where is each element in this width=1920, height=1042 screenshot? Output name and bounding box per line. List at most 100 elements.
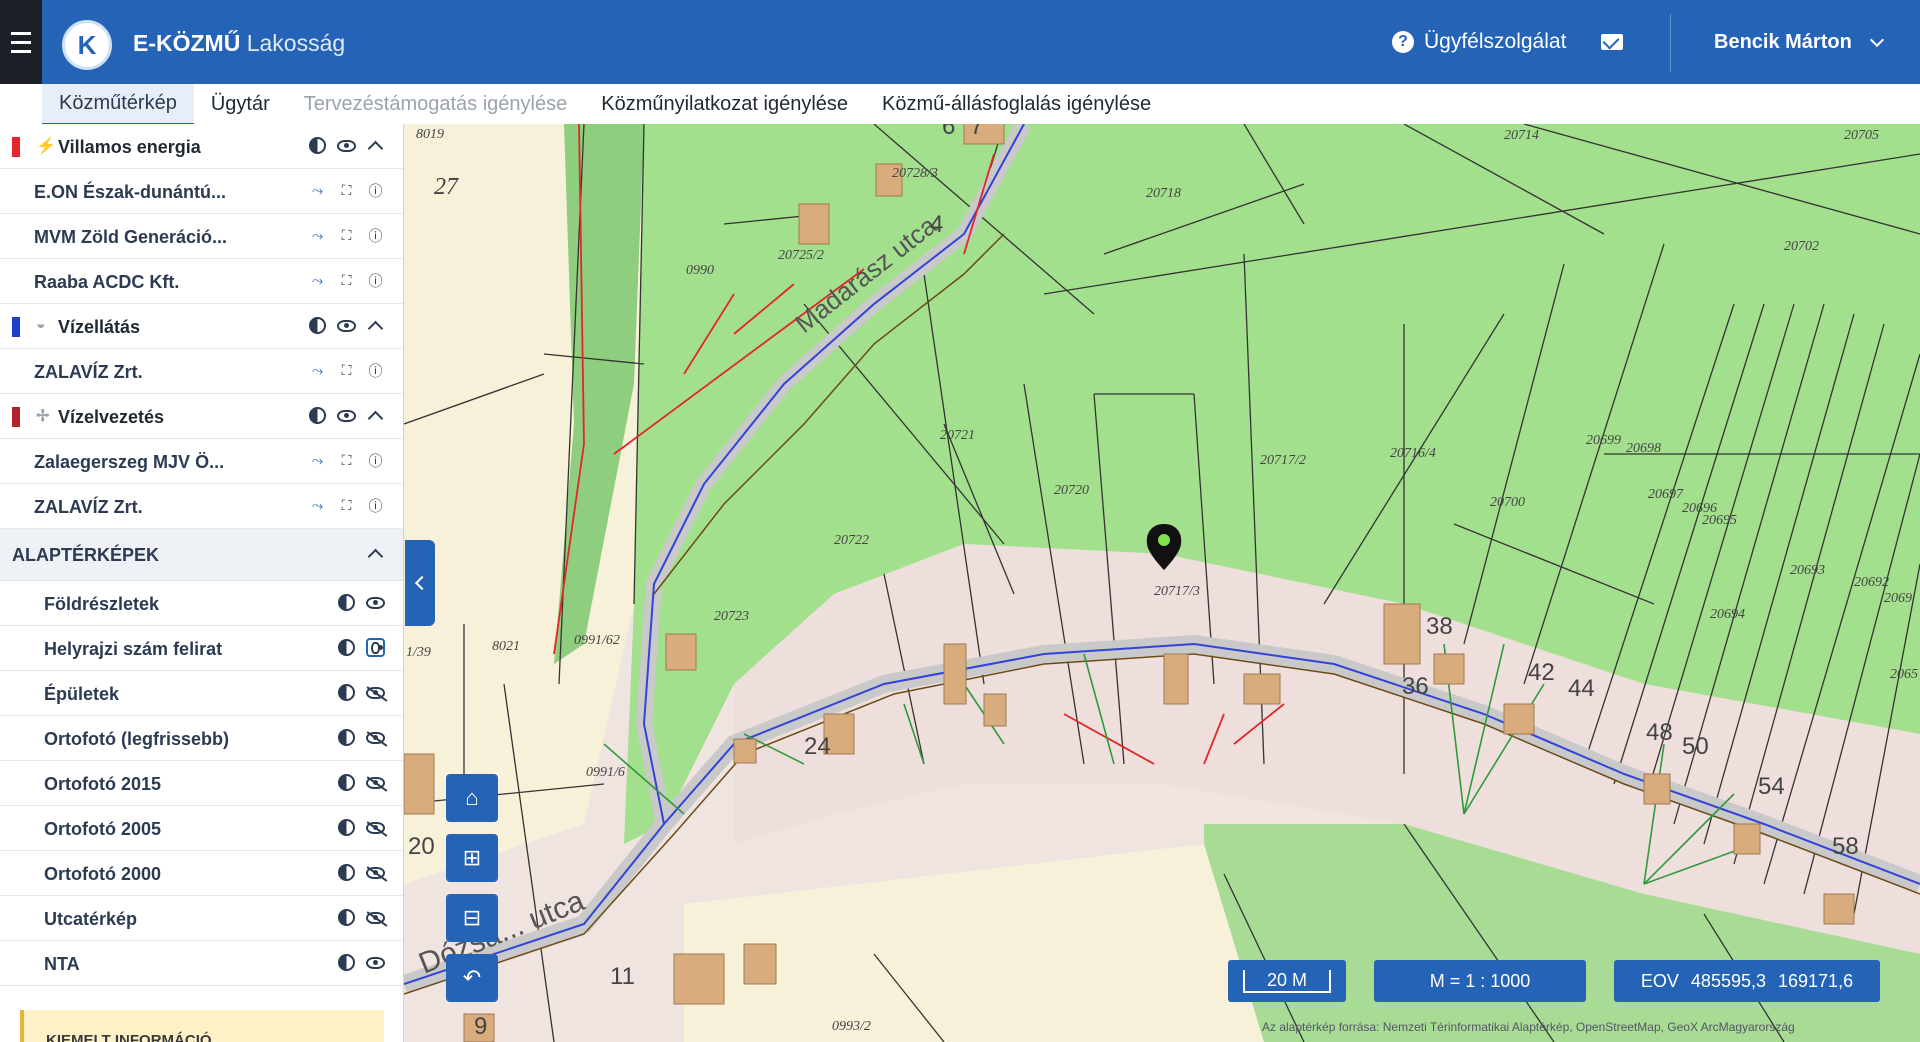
highlighted-info-box[interactable]: KIEMELT INFORMÁCIÓ: [20, 1010, 384, 1042]
provider-label: ZALAVÍZ Zrt.: [34, 497, 143, 517]
visibility-off-icon[interactable]: [366, 908, 385, 927]
map-canvas[interactable]: Madarász utca Dózsa... utca 8019 27 2072…: [404, 124, 1920, 1042]
collapse-caret-icon[interactable]: [366, 316, 385, 337]
layer-provider-row[interactable]: Zalaegerszeg MJV Ö... ⤳ ⛶ ⓘ: [0, 439, 403, 484]
visibility-eye-icon[interactable]: [337, 136, 356, 155]
opacity-toggle-icon[interactable]: [337, 593, 356, 612]
visibility-off-icon[interactable]: [366, 728, 385, 747]
opacity-toggle-icon[interactable]: [337, 728, 356, 747]
provider-label: ZALAVÍZ Zrt.: [34, 362, 143, 382]
expand-icon[interactable]: ⛶: [337, 226, 356, 245]
parcel-label: 20728/3: [892, 166, 938, 181]
visibility-off-icon[interactable]: [366, 863, 385, 882]
base-maps-header[interactable]: ALAPTÉRKÉPEK: [0, 529, 403, 581]
opacity-toggle-icon[interactable]: [337, 818, 356, 837]
parcel-label: 2065: [1890, 667, 1918, 682]
visibility-eye-icon[interactable]: [366, 953, 385, 972]
parcel-label: 20722: [834, 533, 869, 548]
info-icon[interactable]: ⓘ: [366, 181, 385, 200]
info-icon[interactable]: ⓘ: [366, 226, 385, 245]
parcel-label: 20699: [1586, 433, 1621, 448]
home-icon: ⌂: [465, 785, 479, 810]
route-icon[interactable]: ⤳: [308, 361, 327, 380]
base-map-label: Ortofotó 2005: [44, 819, 162, 839]
tab-kozmu-allasfoglalas[interactable]: Közmű-állásfoglalás igénylése: [865, 85, 1168, 124]
opacity-toggle-icon[interactable]: [308, 406, 327, 425]
base-map-item[interactable]: NTA: [0, 941, 403, 986]
collapse-caret-icon[interactable]: [367, 548, 384, 565]
opacity-toggle-icon[interactable]: [337, 683, 356, 702]
base-map-item[interactable]: Ortofotó (legfrissebb): [0, 716, 403, 761]
zoom-out-button[interactable]: ⊟: [446, 894, 498, 942]
visibility-off-icon[interactable]: [366, 818, 385, 837]
provider-label: E.ON Észak-dunántú...: [34, 182, 227, 202]
info-icon[interactable]: ⓘ: [366, 271, 385, 290]
visibility-off-icon[interactable]: [366, 773, 385, 792]
route-icon[interactable]: ⤳: [308, 496, 327, 515]
route-icon[interactable]: ⤳: [308, 181, 327, 200]
tab-kozmuterkep[interactable]: Közműtérkép: [42, 83, 194, 125]
route-icon[interactable]: ⤳: [308, 271, 327, 290]
info-icon[interactable]: ⓘ: [366, 496, 385, 515]
hamburger-icon: [11, 29, 31, 56]
collapse-caret-icon[interactable]: [366, 406, 385, 427]
layer-group-vizellatas[interactable]: ◒ Vízellátás: [0, 304, 403, 349]
collapse-caret-icon[interactable]: [366, 136, 385, 157]
info-icon[interactable]: ⓘ: [366, 361, 385, 380]
opacity-toggle-icon[interactable]: [337, 953, 356, 972]
app-logo[interactable]: K: [62, 20, 112, 70]
opacity-toggle-icon[interactable]: [337, 908, 356, 927]
base-map-item[interactable]: Ortofotó 2015: [0, 761, 403, 806]
collapse-sidebar-button[interactable]: [405, 540, 435, 626]
info-icon[interactable]: ⓘ: [366, 451, 385, 470]
layer-provider-row[interactable]: MVM Zöld Generáció... ⤳ ⛶ ⓘ: [0, 214, 403, 259]
tab-tervezestamogatas[interactable]: Tervezéstámogatás igénylése: [287, 85, 584, 124]
opacity-toggle-icon[interactable]: [308, 316, 327, 335]
base-map-item[interactable]: Földrészletek: [0, 581, 403, 626]
coord-y: 169171,6: [1778, 970, 1854, 991]
parcel-label: 27: [434, 174, 459, 200]
layer-provider-row[interactable]: Raaba ACDC Kft. ⤳ ⛶ ⓘ: [0, 259, 403, 304]
visibility-eye-icon[interactable]: [337, 406, 356, 425]
utility-map[interactable]: Madarász utca Dózsa... utca 8019 27 2072…: [404, 124, 1920, 1042]
visibility-eye-icon[interactable]: [366, 638, 385, 657]
opacity-toggle-icon[interactable]: [337, 773, 356, 792]
home-button[interactable]: ⌂: [446, 774, 498, 822]
help-link[interactable]: ? Ügyfélszolgálat: [1392, 30, 1566, 54]
undo-button[interactable]: ↶: [446, 954, 498, 1002]
base-map-label: Ortofotó (legfrissebb): [44, 729, 229, 749]
route-icon[interactable]: ⤳: [308, 226, 327, 245]
expand-icon[interactable]: ⛶: [337, 451, 356, 470]
route-icon[interactable]: ⤳: [308, 451, 327, 470]
visibility-eye-icon[interactable]: [337, 316, 356, 335]
expand-icon[interactable]: ⛶: [337, 271, 356, 290]
opacity-toggle-icon[interactable]: [337, 863, 356, 882]
layer-provider-row[interactable]: ZALAVÍZ Zrt. ⤳ ⛶ ⓘ: [0, 349, 403, 394]
expand-icon[interactable]: ⛶: [337, 496, 356, 515]
base-map-item[interactable]: Utcatérkép: [0, 896, 403, 941]
layer-provider-row[interactable]: E.ON Észak-dunántú... ⤳ ⛶ ⓘ: [0, 169, 403, 214]
base-map-item[interactable]: Épületek: [0, 671, 403, 716]
map-attribution: Az alaptérkép forrása: Nemzeti Térinform…: [1262, 1020, 1795, 1034]
base-map-item[interactable]: Helyrajzi szám felirat: [0, 626, 403, 671]
hamburger-menu-button[interactable]: [0, 0, 42, 84]
base-map-item[interactable]: Ortofotó 2000: [0, 851, 403, 896]
tab-ugytar[interactable]: Ügytár: [194, 85, 287, 124]
opacity-toggle-icon[interactable]: [337, 638, 356, 657]
base-map-item[interactable]: Ortofotó 2005: [0, 806, 403, 851]
scale-bar-label: 20 M: [1242, 969, 1332, 993]
mail-icon[interactable]: [1601, 34, 1623, 50]
layer-provider-row[interactable]: ZALAVÍZ Zrt. ⤳ ⛶ ⓘ: [0, 484, 403, 529]
expand-icon[interactable]: ⛶: [337, 361, 356, 380]
visibility-off-icon[interactable]: [366, 683, 385, 702]
opacity-toggle-icon[interactable]: [308, 136, 327, 155]
parcel-label: 20723: [714, 609, 749, 624]
layer-group-vizelvezetes[interactable]: ✢ Vízelvezetés: [0, 394, 403, 439]
visibility-eye-icon[interactable]: [366, 593, 385, 612]
tab-kozmunyilatkozat[interactable]: Közműnyilatkozat igénylése: [584, 85, 865, 124]
expand-icon[interactable]: ⛶: [337, 181, 356, 200]
zoom-in-button[interactable]: ⊞: [446, 834, 498, 882]
coordinates-box: EOV 485595,3 169171,6: [1614, 960, 1880, 1002]
layer-group-villamos[interactable]: ⚡ Villamos energia: [0, 124, 403, 169]
user-menu[interactable]: Bencik Márton: [1714, 31, 1884, 54]
